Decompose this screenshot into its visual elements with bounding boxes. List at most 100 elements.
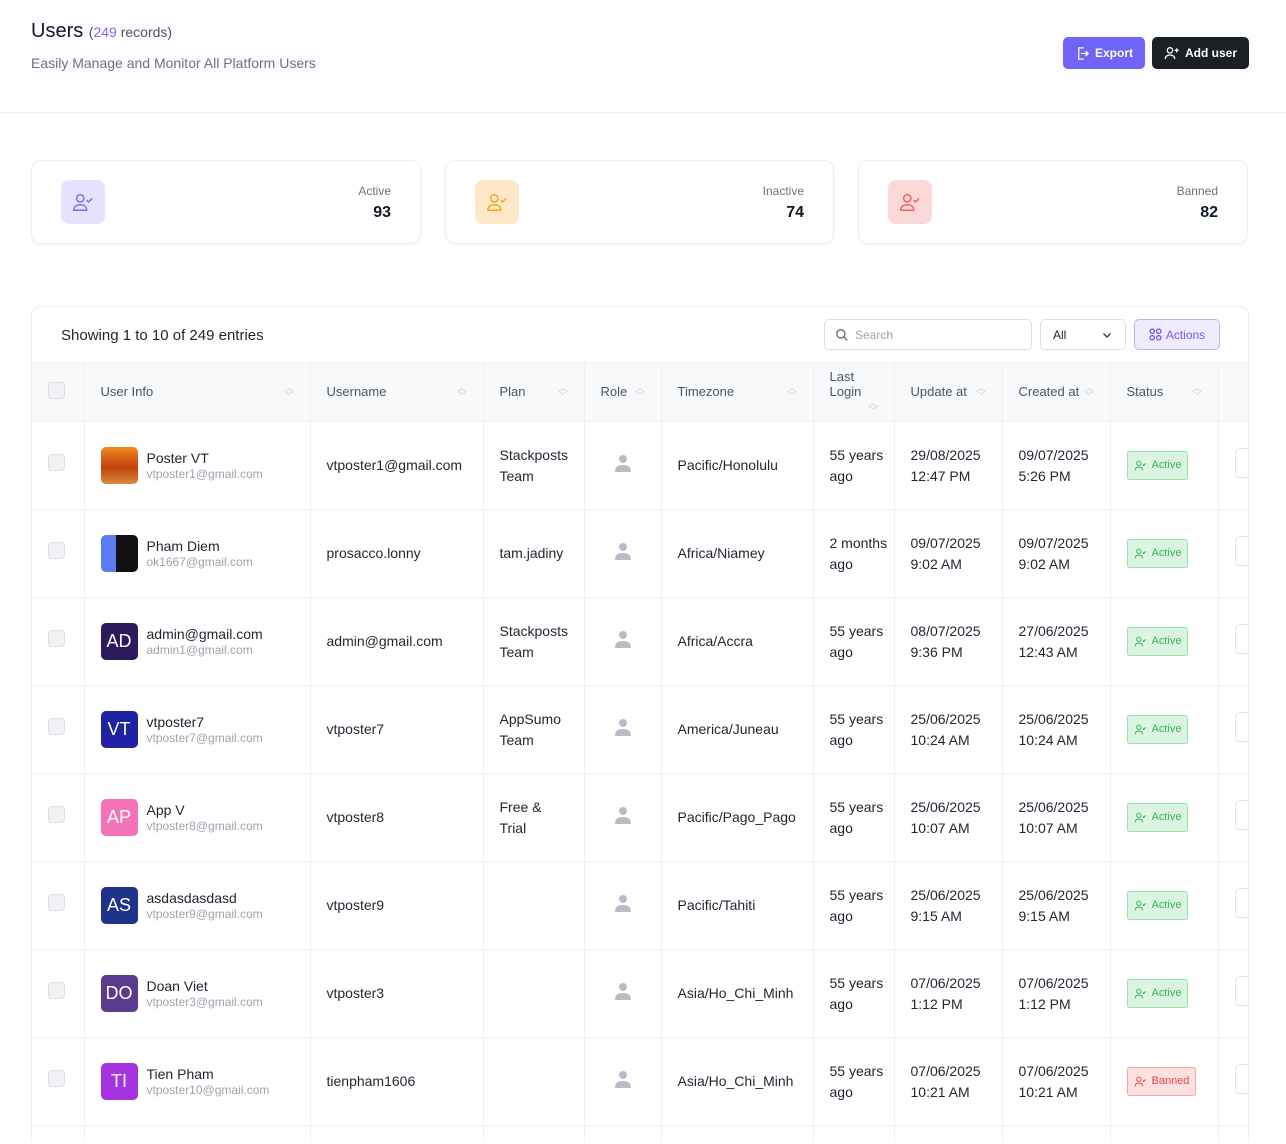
role-user-icon — [615, 806, 631, 824]
row-actions-cell — [1218, 950, 1249, 1038]
row-actions-button[interactable] — [1235, 624, 1250, 654]
timezone-cell: Africa/Accra — [661, 598, 813, 686]
row-actions-button[interactable] — [1235, 976, 1250, 1006]
sort-icon[interactable]: ︿﹀ — [457, 384, 466, 400]
column-header[interactable]: Plan ︿﹀ — [483, 363, 584, 422]
plan-cell — [483, 950, 584, 1038]
avatar: AD — [101, 623, 138, 660]
status-text: Active — [1152, 719, 1182, 740]
search-icon — [835, 328, 849, 342]
row-checkbox[interactable] — [48, 806, 65, 823]
stat-value: 74 — [786, 204, 804, 222]
role-user-icon — [615, 542, 631, 560]
row-checkbox[interactable] — [48, 630, 65, 647]
status-cell: Active — [1110, 862, 1218, 950]
status-badge: Banned — [1127, 1067, 1197, 1096]
avatar — [101, 447, 138, 484]
plan-cell: Stackposts Team — [483, 422, 584, 510]
page-subtitle: Easily Manage and Monitor All Platform U… — [31, 55, 316, 71]
created-at-cell: 07/06/2025 10:21 AM — [1002, 1038, 1110, 1126]
column-header[interactable]: User Info︿﹀ — [84, 363, 310, 422]
created-at-cell — [1002, 1126, 1110, 1142]
timezone-cell: Asia/Ho_Chi_Minh — [661, 950, 813, 1038]
sort-icon[interactable]: ︿﹀ — [787, 384, 796, 400]
user-name: admin@gmail.com — [147, 626, 263, 642]
status-cell: Active — [1110, 422, 1218, 510]
export-button[interactable]: Export — [1063, 37, 1145, 69]
row-checkbox[interactable] — [48, 894, 65, 911]
grid-icon — [1149, 328, 1162, 341]
user-check-icon — [1134, 987, 1147, 1000]
column-header[interactable]: Update at︿﹀ — [894, 363, 1002, 422]
user-email: vtposter10@gmail.com — [147, 1082, 270, 1098]
column-label: Plan — [500, 384, 526, 399]
row-actions-button[interactable] — [1235, 712, 1250, 742]
user-info-cell: VTvtposter7vtposter7@gmail.com — [84, 686, 310, 774]
row-actions-button[interactable] — [1235, 536, 1250, 566]
stat-card-banned: Banned 82 — [858, 160, 1248, 244]
sort-icon[interactable]: ︿﹀ — [635, 384, 644, 400]
user-check-icon — [61, 180, 105, 224]
avatar: AS — [101, 887, 138, 924]
status-cell: Active — [1110, 774, 1218, 862]
table-row: VTvtposter7vtposter7@gmail.com vtposter7… — [32, 686, 1249, 774]
column-header[interactable]: Username︿﹀ — [310, 363, 483, 422]
row-actions-button[interactable] — [1235, 888, 1250, 918]
updated-at-cell: 07/06/2025 1:12 PM — [894, 950, 1002, 1038]
column-label: Last Login — [830, 369, 870, 399]
last-login-cell: 55 years ago — [813, 598, 894, 686]
table-row: APApp Vvtposter8@gmail.com vtposter8 Fre… — [32, 774, 1249, 862]
user-info-cell: ADadmin@gmail.comadmin1@gmail.com — [84, 598, 310, 686]
sort-icon[interactable]: ︿﹀ — [868, 399, 877, 415]
row-actions-button[interactable] — [1235, 448, 1250, 478]
sort-icon[interactable]: ︿﹀ — [558, 384, 567, 400]
row-select-cell — [32, 862, 84, 950]
row-checkbox[interactable] — [48, 542, 65, 559]
add-user-button[interactable]: Add user — [1152, 37, 1249, 69]
status-text: Active — [1152, 631, 1182, 652]
column-label: Created at — [1019, 384, 1080, 399]
created-at-cell: 07/06/2025 1:12 PM — [1002, 950, 1110, 1038]
row-select-cell — [32, 422, 84, 510]
column-header[interactable]: Last Login︿﹀ — [813, 363, 894, 422]
sort-icon[interactable]: ︿﹀ — [1192, 384, 1201, 400]
row-checkbox[interactable] — [48, 982, 65, 999]
role-user-icon — [615, 630, 631, 648]
row-checkbox[interactable] — [48, 718, 65, 735]
row-actions-button[interactable] — [1235, 800, 1250, 830]
user-name: vtposter7 — [147, 714, 263, 730]
plan-cell: Free & Trial — [483, 774, 584, 862]
row-checkbox[interactable] — [48, 1070, 65, 1087]
sort-icon[interactable]: ︿﹀ — [1084, 384, 1093, 400]
username-cell: tienpham1606 — [310, 1038, 483, 1126]
created-at-cell: 25/06/2025 10:07 AM — [1002, 774, 1110, 862]
actions-button[interactable]: Actions — [1134, 319, 1220, 350]
select-all-checkbox[interactable] — [48, 382, 65, 399]
row-select-cell — [32, 950, 84, 1038]
column-header[interactable]: Role︿﹀ — [584, 363, 661, 422]
search-input[interactable]: Search — [824, 319, 1032, 350]
sort-icon[interactable]: ︿﹀ — [284, 384, 293, 400]
stat-label: Banned — [1177, 184, 1218, 198]
column-header[interactable]: Status︿﹀ — [1110, 363, 1218, 422]
user-info-cell: APApp Vvtposter8@gmail.com — [84, 774, 310, 862]
user-info-cell — [84, 1126, 310, 1142]
stat-card-inactive: Inactive 74 — [445, 160, 834, 244]
actions-label: Actions — [1166, 328, 1205, 342]
row-actions-button[interactable] — [1235, 1064, 1250, 1094]
sort-icon[interactable]: ︿﹀ — [976, 384, 985, 400]
column-header[interactable]: Timezone︿﹀ — [661, 363, 813, 422]
stat-label: Inactive — [763, 184, 804, 198]
status-badge: Active — [1127, 891, 1189, 920]
column-header[interactable]: Created at ︿﹀ — [1002, 363, 1110, 422]
role-user-icon — [615, 454, 631, 472]
role-user-icon — [615, 1070, 631, 1088]
user-email: vtposter9@gmail.com — [147, 906, 263, 922]
role-cell — [584, 774, 661, 862]
status-filter-select[interactable]: All — [1040, 319, 1126, 350]
row-checkbox[interactable] — [48, 454, 65, 471]
updated-at-cell: 25/06/2025 9:15 AM — [894, 862, 1002, 950]
status-cell: Active — [1110, 510, 1218, 598]
user-name: Pham Diem — [147, 538, 253, 554]
user-check-icon — [1134, 899, 1147, 912]
